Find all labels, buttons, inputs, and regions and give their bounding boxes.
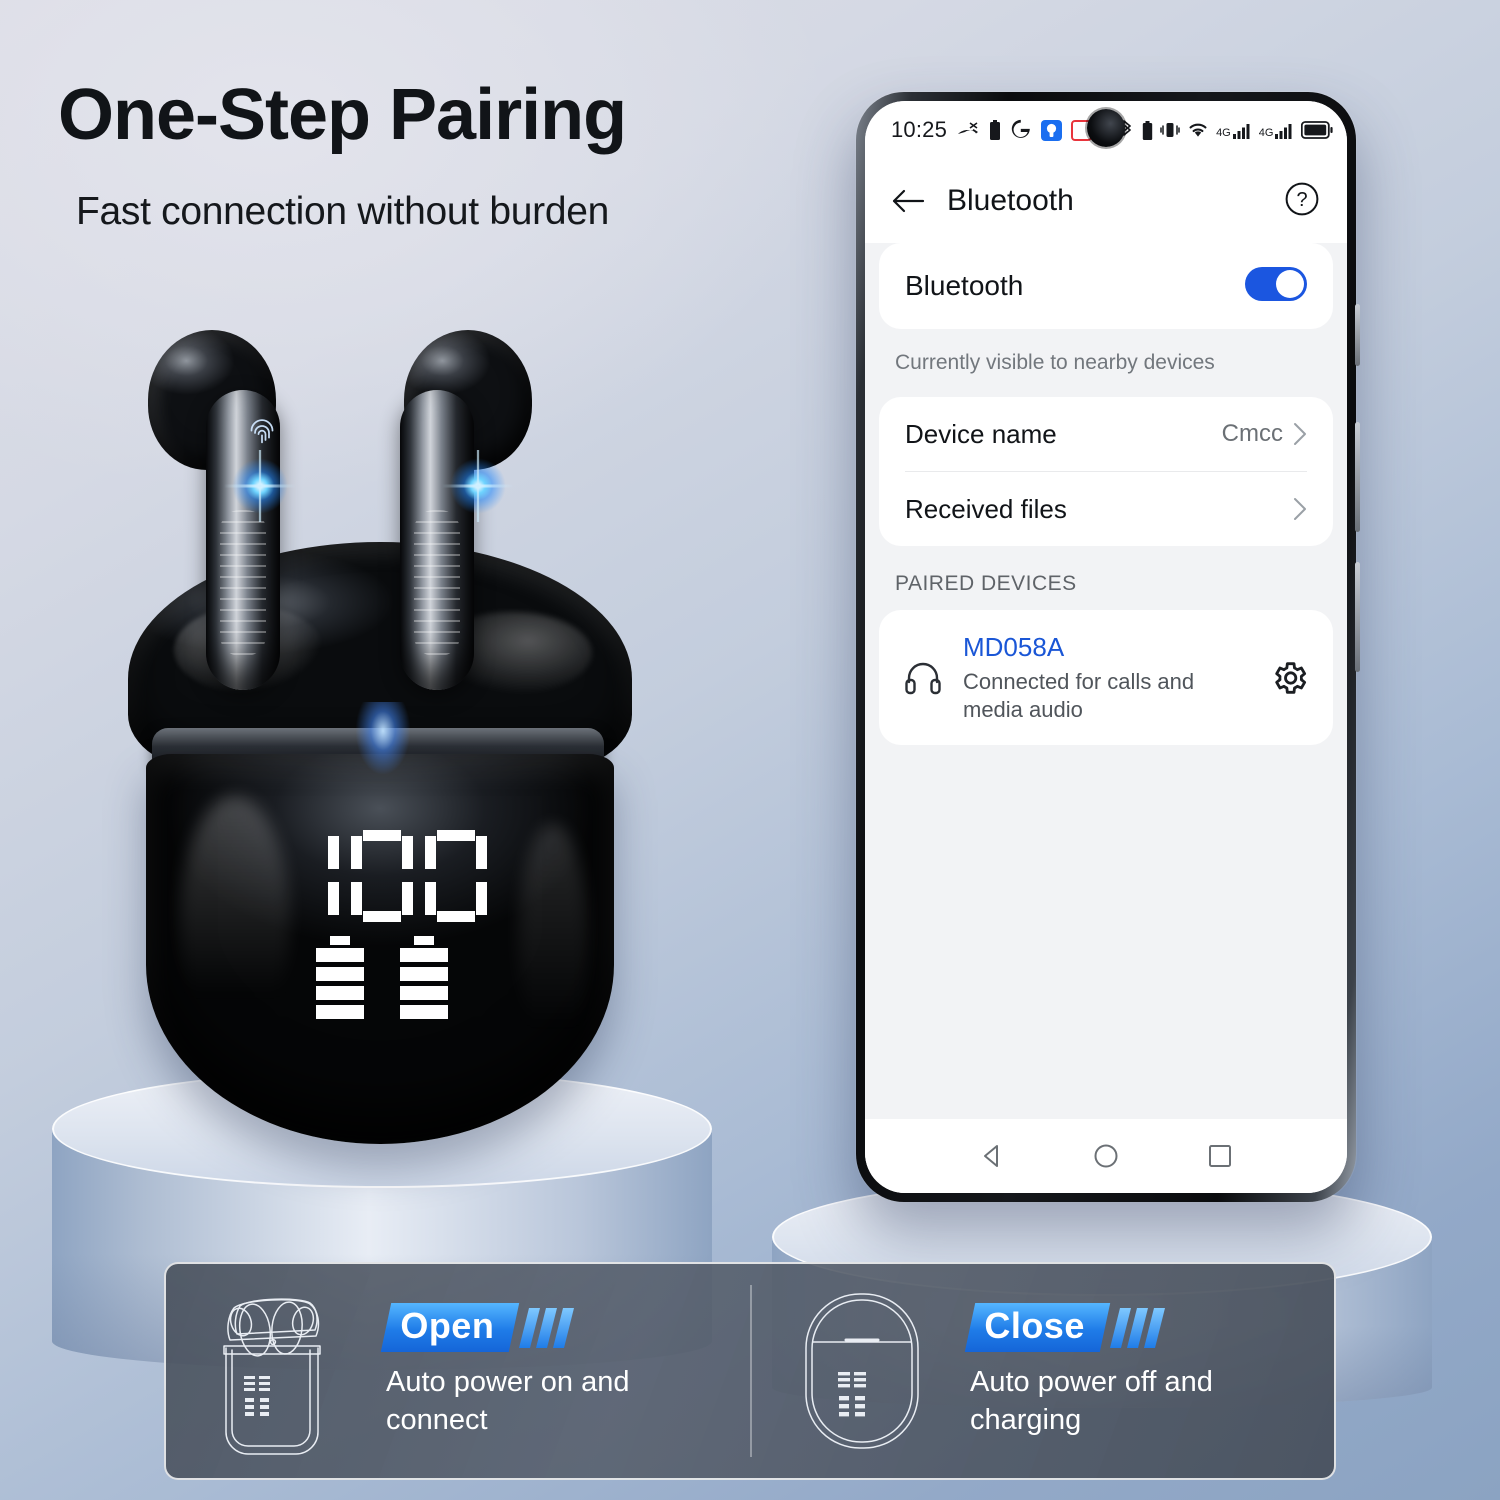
help-button[interactable]: ? bbox=[1283, 180, 1321, 223]
recents-square-icon[interactable] bbox=[1206, 1142, 1234, 1170]
led-digit bbox=[351, 830, 413, 922]
svg-text:?: ? bbox=[1296, 189, 1307, 211]
received-files-label: Received files bbox=[905, 493, 1067, 524]
fingerprint-touch-sensor-icon bbox=[250, 419, 274, 444]
paired-device-row[interactable]: MD058A Connected for calls and media aud… bbox=[879, 610, 1333, 745]
device-name-label: Device name bbox=[905, 418, 1057, 449]
bluetooth-settings-page: Bluetooth Currently visible to nearby de… bbox=[865, 243, 1347, 745]
app-bar-title: Bluetooth bbox=[947, 184, 1074, 217]
led-battery-digits bbox=[272, 830, 492, 922]
vibrate-icon bbox=[1160, 123, 1180, 137]
badge-slashes-icon bbox=[519, 1307, 575, 1348]
paired-device-status: Connected for calls and media audio bbox=[963, 669, 1195, 722]
bluetooth-info-card: Device name Cmcc Received files bbox=[879, 397, 1333, 546]
received-files-row[interactable]: Received files bbox=[879, 472, 1333, 546]
earbud-right bbox=[382, 330, 532, 690]
front-camera-punch-hole bbox=[1087, 109, 1125, 147]
page-title: One-Step Pairing bbox=[58, 75, 627, 155]
paired-devices-header: PAIRED DEVICES bbox=[895, 572, 1077, 595]
help-circle-icon[interactable]: ? bbox=[1283, 180, 1321, 218]
phone-mockup: 10:25 4G 4G Bluetooth ? Bluetooth Curren… bbox=[856, 92, 1360, 1202]
chevron-right-icon bbox=[1294, 498, 1306, 520]
feature-open: Open Auto power on and connect bbox=[166, 1264, 750, 1478]
page-subtitle: Fast connection without burden bbox=[76, 189, 610, 233]
status-bar-left: 10:25 bbox=[891, 117, 1119, 143]
paired-device-name: MD058A bbox=[963, 632, 1065, 662]
feature-panel: Open Auto power on and connect Close Aut… bbox=[164, 1262, 1336, 1480]
app-bar: Bluetooth ? bbox=[865, 159, 1347, 243]
bluetooth-toggle-row[interactable]: Bluetooth bbox=[879, 243, 1333, 329]
device-name-value-wrap: Cmcc bbox=[1222, 420, 1307, 448]
badge-close-chip: Close bbox=[964, 1303, 1110, 1353]
led-digit bbox=[425, 830, 487, 922]
toggle-on-icon[interactable] bbox=[1245, 266, 1307, 301]
case-led-display bbox=[272, 830, 492, 1019]
marketing-headline-block: One-Step Pairing Fast connection without… bbox=[58, 75, 818, 234]
battery-full-icon bbox=[1301, 121, 1334, 139]
home-circle-icon[interactable] bbox=[1092, 1142, 1120, 1170]
badge-slashes-icon bbox=[1109, 1307, 1165, 1348]
wifi-icon bbox=[1189, 123, 1207, 137]
phone-screen: 10:25 4G 4G Bluetooth ? Bluetooth Curren… bbox=[865, 101, 1347, 1193]
earbud-stem bbox=[400, 390, 474, 690]
paired-device-texts: MD058A Connected for calls and media aud… bbox=[963, 632, 1249, 723]
bluetooth-visibility-note: Currently visible to nearby devices bbox=[895, 351, 1215, 374]
status-bar: 10:25 4G 4G bbox=[865, 101, 1347, 159]
battery-small-icon bbox=[1142, 120, 1153, 140]
signal-4g-2-icon: 4G bbox=[1259, 122, 1295, 139]
received-files-value-wrap bbox=[1283, 497, 1307, 521]
led-digit bbox=[277, 830, 339, 922]
feature-close-description: Auto power off and charging bbox=[970, 1366, 1213, 1436]
led-battery-right bbox=[400, 936, 448, 1024]
phone-side-button-top[interactable] bbox=[1355, 304, 1360, 366]
bluetooth-toggle-label: Bluetooth bbox=[905, 270, 1024, 301]
device-name-row[interactable]: Device name Cmcc bbox=[879, 397, 1333, 471]
feature-open-description: Auto power on and connect bbox=[386, 1366, 630, 1436]
battery-icon bbox=[990, 120, 1001, 140]
case-open-outline-icon bbox=[223, 1298, 321, 1455]
chevron-right-icon bbox=[1294, 423, 1306, 445]
missed-call-icon bbox=[958, 122, 979, 134]
back-triangle-icon[interactable] bbox=[978, 1142, 1006, 1170]
signal-4g-1-icon: 4G bbox=[1216, 122, 1252, 139]
phone-volume-up-button[interactable] bbox=[1355, 422, 1360, 532]
status-bar-right: 4G 4G bbox=[1119, 119, 1334, 141]
status-bar-clock: 10:25 bbox=[891, 117, 948, 142]
bluetooth-toggle-card: Bluetooth bbox=[879, 243, 1333, 329]
product-earbuds-case bbox=[120, 330, 640, 1144]
device-name-value: Cmcc bbox=[1221, 420, 1283, 447]
case-closed-outline-icon bbox=[805, 1293, 919, 1449]
android-nav-bar bbox=[865, 1119, 1347, 1193]
feature-close-text: Close Auto power off and charging bbox=[964, 1303, 1300, 1438]
badge-open-chip: Open bbox=[380, 1303, 520, 1353]
feature-open-text: Open Auto power on and connect bbox=[380, 1303, 716, 1438]
gear-icon[interactable] bbox=[1269, 658, 1309, 698]
magnetic-charge-glow-icon bbox=[356, 702, 410, 774]
led-earbud-battery-bars bbox=[272, 936, 492, 1024]
back-arrow-icon[interactable] bbox=[891, 187, 925, 215]
earbud-left bbox=[148, 330, 298, 690]
phone-volume-down-button[interactable] bbox=[1355, 562, 1360, 672]
google-icon bbox=[1011, 119, 1030, 138]
feature-close: Close Auto power off and charging bbox=[750, 1264, 1334, 1478]
app-blue-icon bbox=[1041, 119, 1063, 141]
led-battery-left bbox=[316, 936, 364, 1024]
bluetooth-toggle-switch[interactable] bbox=[1245, 266, 1307, 306]
badge-close: Close bbox=[964, 1303, 1165, 1353]
badge-open: Open bbox=[380, 1303, 575, 1353]
headphones-icon bbox=[905, 662, 941, 694]
